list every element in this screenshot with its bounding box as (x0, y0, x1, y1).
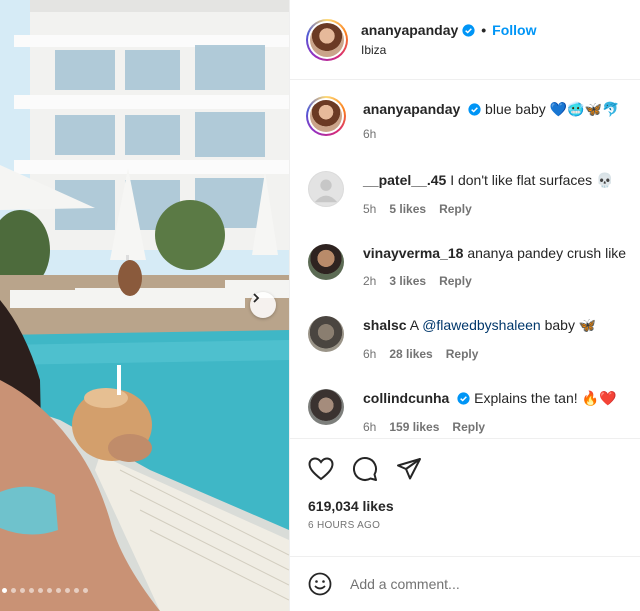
comment-prefix: A (409, 317, 419, 333)
comment-likes[interactable]: 5 likes (389, 200, 426, 218)
comment-icon (353, 457, 377, 481)
carousel-dot[interactable] (38, 588, 43, 593)
share-button[interactable] (396, 457, 422, 481)
comment-username[interactable]: vinayverma_18 (363, 245, 463, 261)
carousel-dots (0, 588, 88, 593)
carousel-dot[interactable] (83, 588, 88, 593)
avatar[interactable] (308, 316, 344, 352)
like-button[interactable] (308, 457, 334, 481)
default-avatar-icon (314, 179, 338, 203)
comment-item: shalsc A @flawedbyshaleen baby 🦋 6h 28 l… (290, 316, 640, 363)
avatar[interactable] (308, 244, 344, 280)
carousel-dot[interactable] (20, 588, 25, 593)
comment-emoji: 🦋 (578, 318, 597, 334)
comment-username[interactable]: collindcunha (363, 390, 449, 406)
caption-avatar[interactable] (306, 96, 346, 136)
caption-text: blue baby (485, 101, 546, 117)
avatar (310, 22, 344, 57)
comment-input[interactable] (350, 576, 610, 592)
chevron-right-icon (253, 293, 260, 303)
post-location[interactable]: Ibiza (361, 43, 537, 57)
comment-likes[interactable]: 3 likes (389, 272, 426, 290)
carousel-dot[interactable] (56, 588, 61, 593)
reply-button[interactable]: Reply (439, 200, 472, 218)
carousel-dot[interactable] (2, 588, 7, 593)
comment-item: __patel__.45 I don't like flat surfaces … (290, 171, 640, 218)
comment-text: I don't like flat surfaces (450, 172, 593, 188)
reply-button[interactable]: Reply (446, 345, 479, 363)
carousel-dot[interactable] (29, 588, 34, 593)
reply-button[interactable]: Reply (439, 272, 472, 290)
post-side-panel: ananyapanday • Follow Ibiza ananyapanday (289, 0, 640, 611)
comment-username[interactable]: shalsc (363, 317, 407, 333)
comment-likes[interactable]: 28 likes (389, 345, 432, 363)
comment-time[interactable]: 6h (363, 418, 376, 436)
comment-text: Explains the tan! (474, 390, 578, 406)
reply-button[interactable]: Reply (452, 418, 485, 436)
comment-composer (290, 556, 640, 611)
comments-list[interactable]: ananyapanday blue baby 💙🥶🦋🐬 6h __patel__… (290, 80, 640, 438)
carousel-dot[interactable] (11, 588, 16, 593)
post-photo[interactable] (0, 0, 289, 611)
comment-text: ananya pandey crush like (467, 245, 627, 261)
likes-count[interactable]: 619,034 likes (308, 498, 623, 514)
caption: ananyapanday blue baby 💙🥶🦋🐬 6h (290, 96, 640, 143)
post-header: ananyapanday • Follow Ibiza (290, 0, 640, 80)
avatar (310, 100, 342, 132)
avatar[interactable] (308, 171, 344, 207)
post-time[interactable]: 6 HOURS AGO (308, 520, 623, 531)
comment-time[interactable]: 2h (363, 272, 376, 290)
comment-button[interactable] (352, 456, 378, 482)
verified-badge-icon (462, 23, 475, 37)
comment-emoji: 🔥❤️ (581, 391, 617, 407)
heart-icon (308, 457, 334, 481)
comment-mention[interactable]: @flawedbyshaleen (422, 317, 541, 333)
avatar[interactable] (308, 389, 344, 425)
carousel-next-button[interactable] (250, 292, 276, 318)
comment-time[interactable]: 5h (363, 200, 376, 218)
caption-emojis: 💙🥶🦋🐬 (549, 102, 620, 118)
comment-text: baby (544, 317, 575, 333)
comment-item: collindcunha Explains the tan! 🔥❤️ 6h 15… (290, 389, 640, 436)
carousel-dot[interactable] (47, 588, 52, 593)
carousel-dot[interactable] (74, 588, 79, 593)
verified-badge-icon (468, 103, 481, 116)
verified-badge-icon (457, 392, 470, 405)
follow-button[interactable]: Follow (492, 22, 536, 38)
separator-dot: • (481, 22, 487, 38)
emoji-button[interactable] (308, 572, 332, 596)
caption-time[interactable]: 6h (363, 125, 376, 143)
comment-likes[interactable]: 159 likes (389, 418, 439, 436)
story-ring[interactable] (306, 18, 348, 61)
comment-username[interactable]: __patel__.45 (363, 172, 446, 188)
author-username[interactable]: ananyapanday (361, 22, 458, 38)
comment-time[interactable]: 6h (363, 345, 376, 363)
caption-username[interactable]: ananyapanday (363, 101, 460, 117)
comment-item: vinayverma_18 ananya pandey crush like 2… (290, 244, 640, 290)
photo-scene (0, 0, 289, 611)
emoji-icon (308, 572, 332, 596)
post-actions: 619,034 likes 6 HOURS AGO (290, 438, 640, 531)
comment-emoji: 💀 (596, 173, 614, 189)
carousel-dot[interactable] (65, 588, 70, 593)
share-icon (397, 458, 421, 480)
